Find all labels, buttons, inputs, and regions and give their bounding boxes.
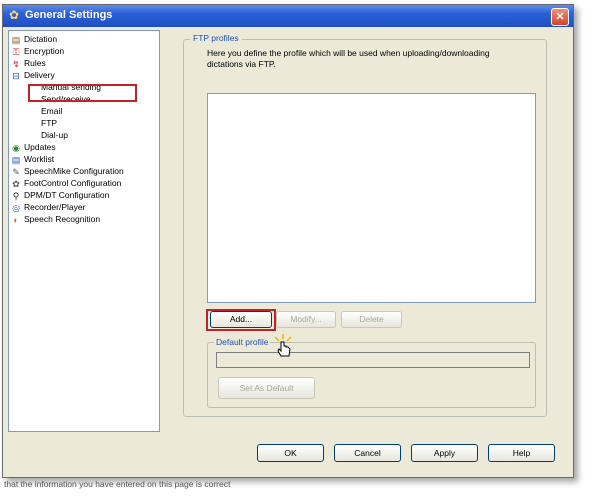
speechmike-icon: ✎ (12, 167, 20, 177)
tree-item-label: FootControl Configuration (24, 178, 122, 188)
tree-item-label: Rules (24, 58, 46, 68)
footcontrol-icon: ✿ (12, 179, 20, 189)
title-bar[interactable]: ✿ General Settings ✕ (3, 5, 573, 27)
tree-item-dial-up[interactable]: Dial-up (41, 129, 68, 141)
ftp-profiles-description: Here you define the profile which will b… (207, 48, 490, 69)
hand-pointer-icon (274, 334, 292, 357)
default-profile-field[interactable] (216, 352, 530, 368)
tree-item-email[interactable]: Email (41, 105, 62, 117)
tree-item-delivery[interactable]: ⊟ Delivery (11, 69, 55, 81)
tree-item-label: Updates (24, 142, 56, 152)
tree-item-worklist[interactable]: ▤ Worklist (11, 153, 54, 165)
tree-item-speechmike-configuration[interactable]: ✎ SpeechMike Configuration (11, 165, 124, 177)
ftp-profiles-legend: FTP profiles (190, 33, 242, 43)
tree-item-speech-recognition[interactable]: ◐ Speech Recognition (11, 213, 100, 225)
tree-item-recorder-player[interactable]: ◎ Recorder/Player (11, 201, 85, 213)
tree-item-label: Email (41, 106, 63, 116)
delivery-icon: ⊟ (12, 71, 20, 81)
ftp-profiles-list[interactable] (207, 93, 536, 303)
delete-button[interactable]: Delete (341, 311, 402, 328)
set-as-default-button[interactable]: Set As Default (218, 377, 315, 399)
settings-app-icon: ✿ (9, 8, 20, 22)
window-title: General Settings (25, 9, 113, 21)
tree-item-label: Speech Recognition (24, 214, 101, 224)
modify-button[interactable]: Modify... (276, 311, 336, 328)
tree-item-encryption[interactable]: ⚿ Encryption (11, 45, 65, 57)
dictation-icon: ▤ (11, 35, 21, 45)
tree-item-rules[interactable]: ↯ Rules (11, 57, 46, 69)
tree-item-label: DPM/DT Configuration (24, 190, 110, 200)
speech-recognition-icon: ◐ (13, 215, 19, 225)
recorder-icon: ◎ (12, 203, 20, 213)
tree-item-footcontrol-configuration[interactable]: ✿ FootControl Configuration (11, 177, 121, 189)
ok-button[interactable]: OK (257, 444, 324, 462)
cancel-button[interactable]: Cancel (334, 444, 401, 462)
updates-icon: ◉ (12, 143, 20, 153)
add-highlight-annotation (206, 309, 276, 331)
tree-item-label: Dictation (24, 34, 58, 44)
tree-item-label: Recorder/Player (24, 202, 86, 212)
tree-item-dpm-dt-configuration[interactable]: ⚲ DPM/DT Configuration (11, 189, 110, 201)
tree-item-label: FTP (41, 118, 58, 128)
tree-item-label: Worklist (24, 154, 55, 164)
worklist-icon: ▤ (11, 155, 21, 165)
tree-item-label: Dial-up (41, 130, 68, 140)
tree-item-updates[interactable]: ◉ Updates (11, 141, 56, 153)
default-profile-legend: Default profile (214, 337, 271, 347)
apply-button[interactable]: Apply (411, 444, 478, 462)
dpm-icon: ⚲ (12, 191, 20, 201)
encryption-icon: ⚿ (12, 47, 20, 57)
ftp-highlight-annotation (28, 84, 137, 102)
tree-item-label: Delivery (24, 70, 55, 80)
tree-item-dictation[interactable]: ▤ Dictation (11, 33, 57, 45)
tree-item-ftp[interactable]: FTP (41, 117, 57, 129)
background-page-text: that the information you have entered on… (4, 479, 231, 489)
help-button[interactable]: Help (488, 444, 555, 462)
rules-icon: ↯ (12, 59, 20, 69)
close-button[interactable]: ✕ (551, 8, 569, 26)
tree-item-label: SpeechMike Configuration (24, 166, 124, 176)
tree-item-label: Encryption (24, 46, 65, 56)
